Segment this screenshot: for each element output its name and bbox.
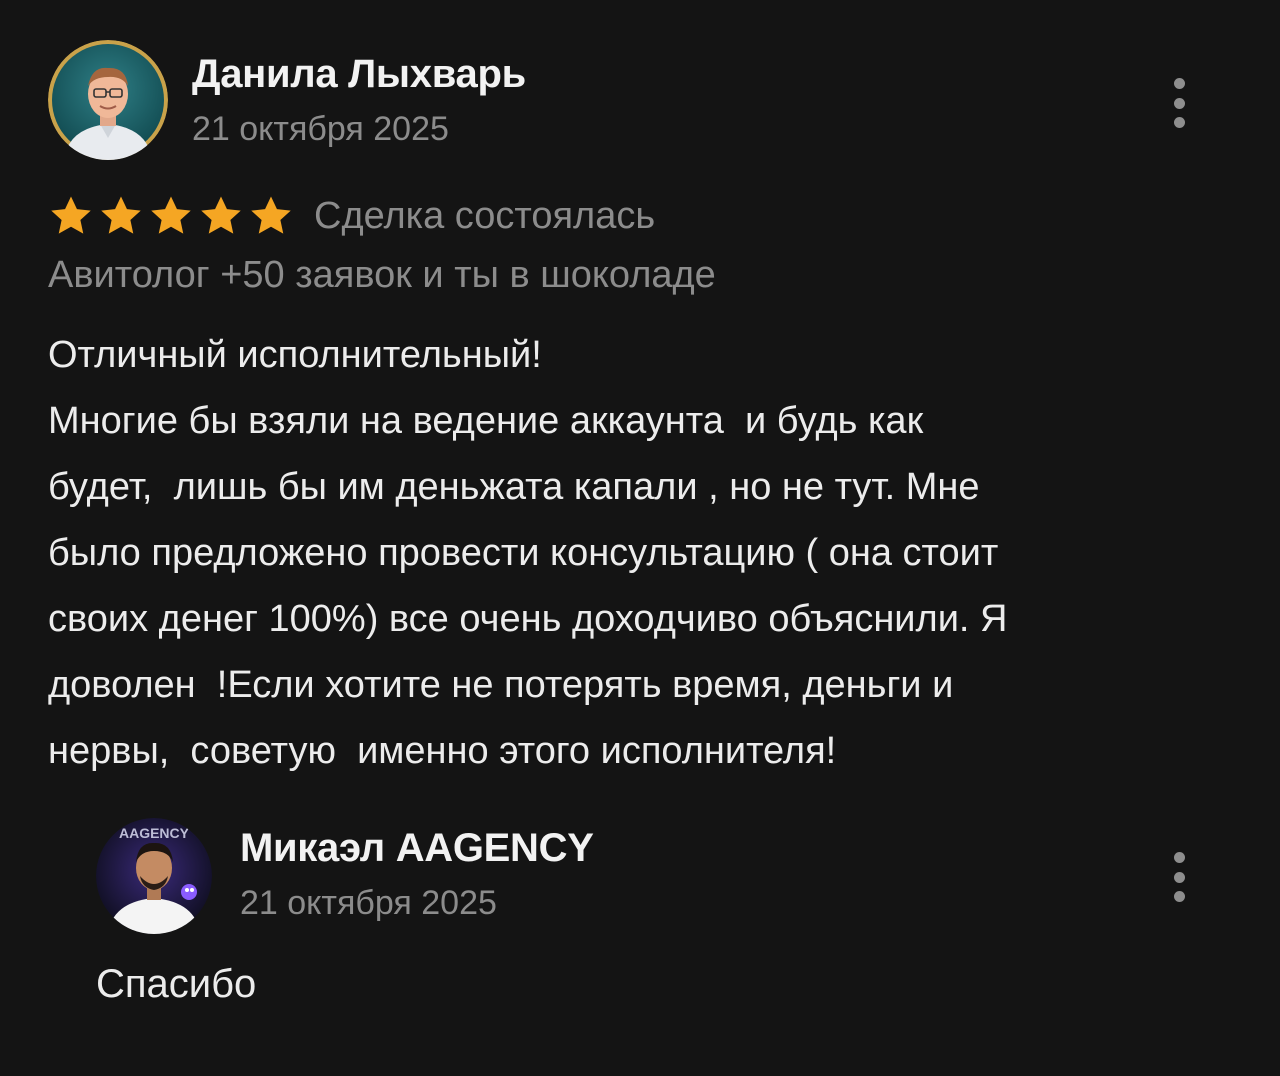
review-text-line: Многие бы взяли на ведение аккаунта и бу…	[48, 400, 924, 442]
star-icon	[101, 196, 141, 234]
review-text-line: Отличный исполнительный!	[48, 334, 542, 376]
review-text-line: будет, лишь бы им деньжата капали , но н…	[48, 466, 980, 508]
review-text-line: было предложено провести консультацию ( …	[48, 532, 999, 574]
review-card: Данила Лыхварь 21 октября 2025 Сделка со…	[0, 0, 1280, 1076]
service-title[interactable]: Авитолог +50 заявок и ты в шоколаде	[48, 254, 716, 297]
deal-status: Сделка состоялась	[314, 194, 656, 237]
reply-author-name[interactable]: Микаэл AAGENCY	[240, 826, 594, 871]
reviewer-name[interactable]: Данила Лыхварь	[192, 52, 526, 97]
more-vertical-icon	[1173, 78, 1185, 89]
rating-row: Сделка состоялась	[48, 188, 655, 244]
star-rating	[48, 193, 294, 239]
more-vertical-icon	[1173, 852, 1185, 863]
review-more-button[interactable]	[1164, 78, 1194, 128]
avatar-logo-text: AAGENCY	[119, 825, 190, 841]
review-text-line: своих денег 100%) все очень доходчиво об…	[48, 598, 1008, 640]
review-text-line: нервы, советую именно этого исполнителя!	[48, 730, 837, 772]
reply-date: 21 октября 2025	[240, 884, 497, 922]
star-icon	[151, 196, 191, 234]
reviewer-avatar[interactable]	[48, 40, 168, 160]
review-text: Отличный исполнительный! Многие бы взяли…	[48, 322, 1248, 784]
reply-avatar[interactable]: AAGENCY	[96, 818, 212, 934]
review-date: 21 октября 2025	[192, 110, 449, 148]
reply-text: Спасибо	[96, 962, 257, 1006]
star-icon	[251, 196, 291, 234]
star-icon	[201, 196, 241, 234]
star-icon	[51, 196, 91, 234]
review-text-line: доволен !Если хотите не потерять время, …	[48, 664, 954, 706]
reply-more-button[interactable]	[1164, 852, 1194, 902]
